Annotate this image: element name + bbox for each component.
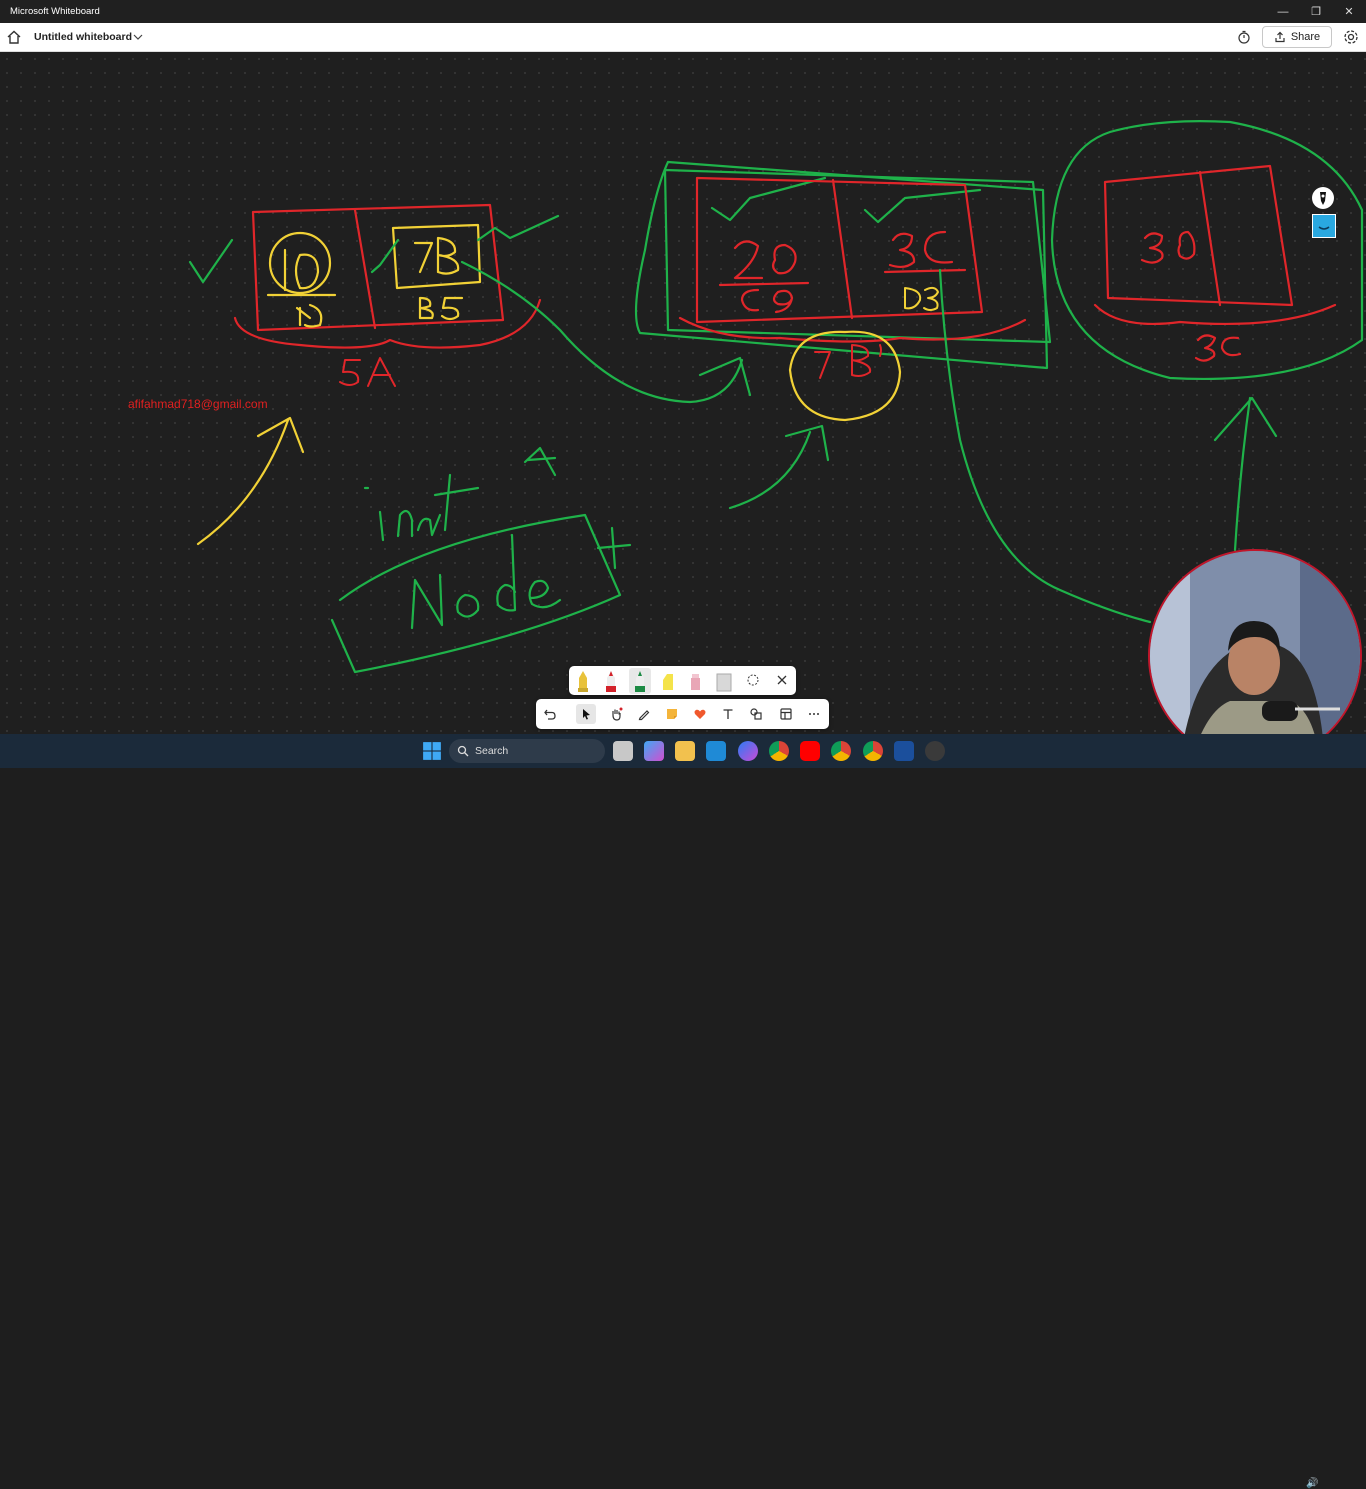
copilot-icon[interactable] bbox=[644, 741, 664, 761]
close-icon[interactable] bbox=[777, 675, 787, 685]
system-tray[interactable]: 🔊 bbox=[1306, 1478, 1318, 1489]
pen-tray bbox=[569, 666, 796, 695]
node-text-box bbox=[330, 513, 632, 674]
node-2-right-sub bbox=[904, 286, 939, 311]
node-1-text-red bbox=[339, 357, 396, 387]
timer-icon[interactable] bbox=[1237, 30, 1251, 44]
chevron-down-icon[interactable] bbox=[132, 31, 144, 43]
eraser[interactable] bbox=[716, 673, 732, 692]
title-bar: Microsoft Whiteboard — ❐ ✕ bbox=[0, 0, 1366, 23]
lasso-icon[interactable] bbox=[747, 674, 759, 686]
search-label: Search bbox=[475, 745, 509, 757]
board-name[interactable]: Untitled whiteboard bbox=[34, 31, 132, 43]
pen-red[interactable] bbox=[606, 671, 616, 692]
node-1-box bbox=[233, 203, 542, 349]
node-3-green-circle bbox=[1050, 120, 1364, 381]
taskbar: Search 🔊 bbox=[0, 734, 1366, 1489]
reactions-heart-icon[interactable] bbox=[690, 704, 710, 724]
highlighter-pink[interactable] bbox=[691, 674, 700, 690]
webcam-overlay bbox=[1148, 549, 1362, 763]
whiteboard-app-icon[interactable] bbox=[894, 741, 914, 761]
templates-icon[interactable] bbox=[776, 704, 796, 724]
youtube-icon[interactable] bbox=[800, 741, 820, 761]
yellow-arrow bbox=[196, 416, 305, 546]
windows-start-icon[interactable] bbox=[422, 741, 442, 761]
pen-cursor-icon bbox=[1312, 187, 1334, 209]
pen-yellow[interactable] bbox=[578, 671, 588, 692]
taskbar-search[interactable]: Search bbox=[449, 739, 605, 763]
obs-icon[interactable] bbox=[925, 741, 945, 761]
node-3-box bbox=[1093, 164, 1337, 362]
node-2-box bbox=[678, 176, 1027, 343]
task-view-icon[interactable] bbox=[613, 741, 633, 761]
node-1-yellow bbox=[266, 223, 482, 328]
search-icon bbox=[457, 745, 469, 757]
share-icon bbox=[1275, 31, 1285, 43]
restore-button[interactable]: ❐ bbox=[1299, 0, 1333, 23]
vscode-icon[interactable] bbox=[706, 741, 726, 761]
chrome-profile-icon[interactable] bbox=[831, 741, 851, 761]
messenger-icon[interactable] bbox=[738, 741, 758, 761]
undo-icon[interactable] bbox=[540, 704, 560, 724]
shapes-icon[interactable] bbox=[746, 704, 766, 724]
home-icon[interactable] bbox=[6, 29, 22, 45]
chrome-profile-2-icon[interactable] bbox=[863, 741, 883, 761]
file-explorer-icon[interactable] bbox=[675, 741, 695, 761]
pen-tool-icon[interactable] bbox=[634, 704, 654, 724]
window-title: Microsoft Whiteboard bbox=[10, 6, 100, 17]
hand-tool-icon[interactable] bbox=[606, 704, 626, 724]
circled-7b bbox=[788, 330, 902, 422]
collaborator-avatar[interactable] bbox=[1312, 214, 1336, 238]
node-2-right-text bbox=[883, 230, 967, 274]
share-label: Share bbox=[1290, 31, 1321, 43]
node-1-checks bbox=[188, 214, 560, 284]
email-text: afifahmad718@gmail.com bbox=[128, 397, 268, 411]
highlighter-yellow[interactable] bbox=[663, 674, 673, 690]
minimize-button[interactable]: — bbox=[1266, 0, 1300, 23]
main-toolbar bbox=[536, 699, 829, 729]
gear-icon[interactable] bbox=[1343, 29, 1359, 45]
more-options-icon[interactable] bbox=[804, 704, 824, 724]
sticky-note-icon[interactable] bbox=[662, 704, 682, 724]
share-button[interactable]: Share bbox=[1262, 26, 1332, 48]
chrome-icon[interactable] bbox=[769, 741, 789, 761]
text-tool-icon[interactable] bbox=[718, 704, 738, 724]
select-tool-icon[interactable] bbox=[576, 704, 596, 724]
app-bar: Untitled whiteboard Share bbox=[0, 23, 1366, 52]
close-button[interactable]: ✕ bbox=[1332, 0, 1366, 23]
